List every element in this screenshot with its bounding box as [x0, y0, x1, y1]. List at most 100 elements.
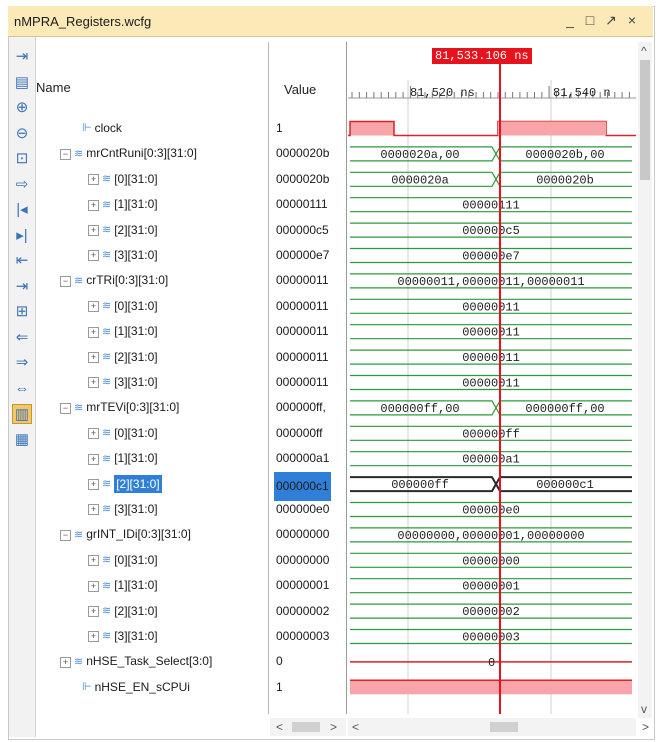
- zoom-fit-icon[interactable]: ⇥: [12, 47, 32, 67]
- expand-icon[interactable]: +: [88, 224, 99, 236]
- signal-row[interactable]: + ≋ [2][31:0] 00000002: [36, 599, 346, 624]
- add-marker-icon[interactable]: ⊞: [12, 302, 32, 322]
- expand-icon[interactable]: +: [88, 631, 99, 643]
- save-icon[interactable]: ▤: [12, 73, 32, 93]
- signal-row[interactable]: − ≋ mrTEVi[0:3][31:0] 000000ff,: [36, 395, 346, 420]
- swap-cursors-icon[interactable]: ⇔: [12, 379, 32, 399]
- collapse-icon[interactable]: −: [60, 529, 71, 541]
- signal-row[interactable]: + ≋ [3][31:0] 000000e7: [36, 243, 346, 268]
- waveform-canvas[interactable]: 81,520 ns 81,540 n 0000020a,00 0000020b,00 0…: [348, 42, 636, 714]
- expand-icon[interactable]: +: [88, 478, 99, 490]
- signal-name[interactable]: − ≋ grINT_IDi[0:3][31:0]: [60, 522, 191, 547]
- wave-scroll-right-arrow[interactable]: >: [642, 720, 649, 734]
- signal-row[interactable]: + ≋ [2][31:0] 000000c1: [36, 471, 346, 501]
- close-button[interactable]: ×: [624, 12, 640, 28]
- minimize-button[interactable]: _: [562, 12, 578, 28]
- zoom-out-icon[interactable]: ⊖: [12, 124, 32, 144]
- signal-name[interactable]: − ≋ crTRi[0:3][31:0]: [60, 268, 168, 293]
- signal-name[interactable]: + ≋ [3][31:0]: [88, 624, 158, 649]
- signal-row[interactable]: − ≋ grINT_IDi[0:3][31:0] 00000000: [36, 522, 346, 547]
- signal-name[interactable]: ⊩ nHSE_EN_sCPUi: [82, 675, 190, 700]
- expand-icon[interactable]: +: [88, 351, 99, 363]
- signal-row[interactable]: + ≋ [0][31:0] 000000ff: [36, 421, 346, 446]
- vertical-scroll-thumb[interactable]: [640, 60, 650, 180]
- expand-icon[interactable]: +: [88, 453, 99, 465]
- signal-name[interactable]: + ≋ [2][31:0]: [88, 218, 158, 243]
- zoom-in-icon[interactable]: ⊕: [12, 98, 32, 118]
- expand-icon[interactable]: +: [88, 326, 99, 338]
- go-cursor-icon[interactable]: ⇨: [12, 175, 32, 195]
- float-button[interactable]: ↗: [603, 12, 619, 28]
- signal-name[interactable]: + ≋ [3][31:0]: [88, 243, 158, 268]
- signal-row[interactable]: + ≋ [3][31:0] 000000e0: [36, 497, 346, 522]
- signal-row[interactable]: + ≋ [1][31:0] 00000001: [36, 573, 346, 598]
- signal-name[interactable]: + ≋ [2][31:0]: [88, 345, 158, 370]
- value-scroll-left-arrow[interactable]: <: [276, 720, 283, 734]
- signal-row[interactable]: + ≋ nHSE_Task_Select[3:0] 0: [36, 649, 346, 674]
- signal-row[interactable]: − ≋ crTRi[0:3][31:0] 00000011: [36, 268, 346, 293]
- signal-name[interactable]: + ≋ [3][31:0]: [88, 497, 158, 522]
- value-column-header[interactable]: Value: [284, 82, 316, 97]
- snap-icon[interactable]: ▥: [12, 404, 32, 424]
- expand-icon[interactable]: +: [88, 377, 99, 389]
- signal-name[interactable]: + ≋ [1][31:0]: [88, 446, 158, 471]
- wave-scroll-left-arrow[interactable]: <: [352, 720, 359, 734]
- signal-row[interactable]: + ≋ [3][31:0] 00000003: [36, 624, 346, 649]
- collapse-icon[interactable]: −: [60, 275, 71, 287]
- restore-button[interactable]: □: [582, 12, 598, 28]
- signal-row[interactable]: + ≋ [1][31:0] 00000011: [36, 319, 346, 344]
- signal-name[interactable]: + ≋ nHSE_Task_Select[3:0]: [60, 649, 212, 674]
- collapse-icon[interactable]: −: [60, 402, 71, 414]
- signal-row[interactable]: + ≋ [1][31:0] 00000111: [36, 192, 346, 217]
- expand-icon[interactable]: +: [88, 199, 99, 211]
- expand-icon[interactable]: +: [88, 555, 99, 567]
- signal-row[interactable]: + ≋ [2][31:0] 00000011: [36, 345, 346, 370]
- wave-scroll-thumb[interactable]: [490, 722, 518, 732]
- expand-icon[interactable]: +: [88, 250, 99, 262]
- expand-icon[interactable]: +: [60, 656, 71, 668]
- name-column-header[interactable]: Name: [36, 80, 71, 95]
- prev-marker-icon[interactable]: ⇐: [12, 328, 32, 348]
- value-scroll-right-arrow[interactable]: >: [330, 720, 337, 734]
- signal-name[interactable]: − ≋ mrCntRuni[0:3][31:0]: [60, 141, 197, 166]
- signal-name[interactable]: + ≋ [2][31:0]: [88, 472, 162, 497]
- signal-row[interactable]: + ≋ [1][31:0] 000000a1: [36, 446, 346, 471]
- collapse-icon[interactable]: −: [60, 148, 71, 160]
- signal-name[interactable]: + ≋ [1][31:0]: [88, 573, 158, 598]
- signal-row[interactable]: ⊩ nHSE_EN_sCPUi 1: [36, 675, 346, 700]
- go-end-icon[interactable]: ▸|: [12, 226, 32, 246]
- signal-row[interactable]: − ≋ mrCntRuni[0:3][31:0] 0000020b: [36, 141, 346, 166]
- value-wave-splitter[interactable]: [346, 42, 347, 714]
- prev-transition-icon[interactable]: ⇤: [12, 251, 32, 271]
- value-scroll-thumb[interactable]: [292, 722, 320, 732]
- go-start-icon[interactable]: |◂: [12, 200, 32, 220]
- signal-row[interactable]: + ≋ [2][31:0] 000000c5: [36, 218, 346, 243]
- signal-row[interactable]: + ≋ [0][31:0] 0000020b: [36, 167, 346, 192]
- expand-icon[interactable]: +: [88, 174, 99, 186]
- vertical-scrollbar[interactable]: [638, 42, 652, 718]
- signal-name[interactable]: + ≋ [0][31:0]: [88, 548, 158, 573]
- scroll-down-arrow[interactable]: v: [641, 702, 647, 716]
- scroll-up-arrow[interactable]: ^: [641, 44, 647, 58]
- signal-name[interactable]: − ≋ mrTEVi[0:3][31:0]: [60, 395, 179, 420]
- expand-icon[interactable]: +: [88, 580, 99, 592]
- expand-icon[interactable]: +: [88, 504, 99, 516]
- signal-name[interactable]: + ≋ [0][31:0]: [88, 294, 158, 319]
- expand-icon[interactable]: +: [88, 301, 99, 313]
- expand-icon[interactable]: +: [88, 428, 99, 440]
- signal-name[interactable]: ⊩ clock: [82, 116, 122, 141]
- signal-row[interactable]: ⊩ clock 1: [36, 116, 346, 141]
- expand-icon[interactable]: +: [88, 605, 99, 617]
- grid-icon[interactable]: ▦: [12, 430, 32, 450]
- signal-row[interactable]: + ≋ [3][31:0] 00000011: [36, 370, 346, 395]
- signal-name[interactable]: + ≋ [1][31:0]: [88, 319, 158, 344]
- signal-name[interactable]: + ≋ [0][31:0]: [88, 421, 158, 446]
- signal-name[interactable]: + ≋ [2][31:0]: [88, 599, 158, 624]
- signal-name[interactable]: + ≋ [1][31:0]: [88, 192, 158, 217]
- signal-name[interactable]: + ≋ [3][31:0]: [88, 370, 158, 395]
- signal-name[interactable]: + ≋ [0][31:0]: [88, 167, 158, 192]
- next-marker-icon[interactable]: ⇒: [12, 353, 32, 373]
- zoom-full-icon[interactable]: ⊡: [12, 149, 32, 169]
- signal-row[interactable]: + ≋ [0][31:0] 00000000: [36, 548, 346, 573]
- signal-row[interactable]: + ≋ [0][31:0] 00000011: [36, 294, 346, 319]
